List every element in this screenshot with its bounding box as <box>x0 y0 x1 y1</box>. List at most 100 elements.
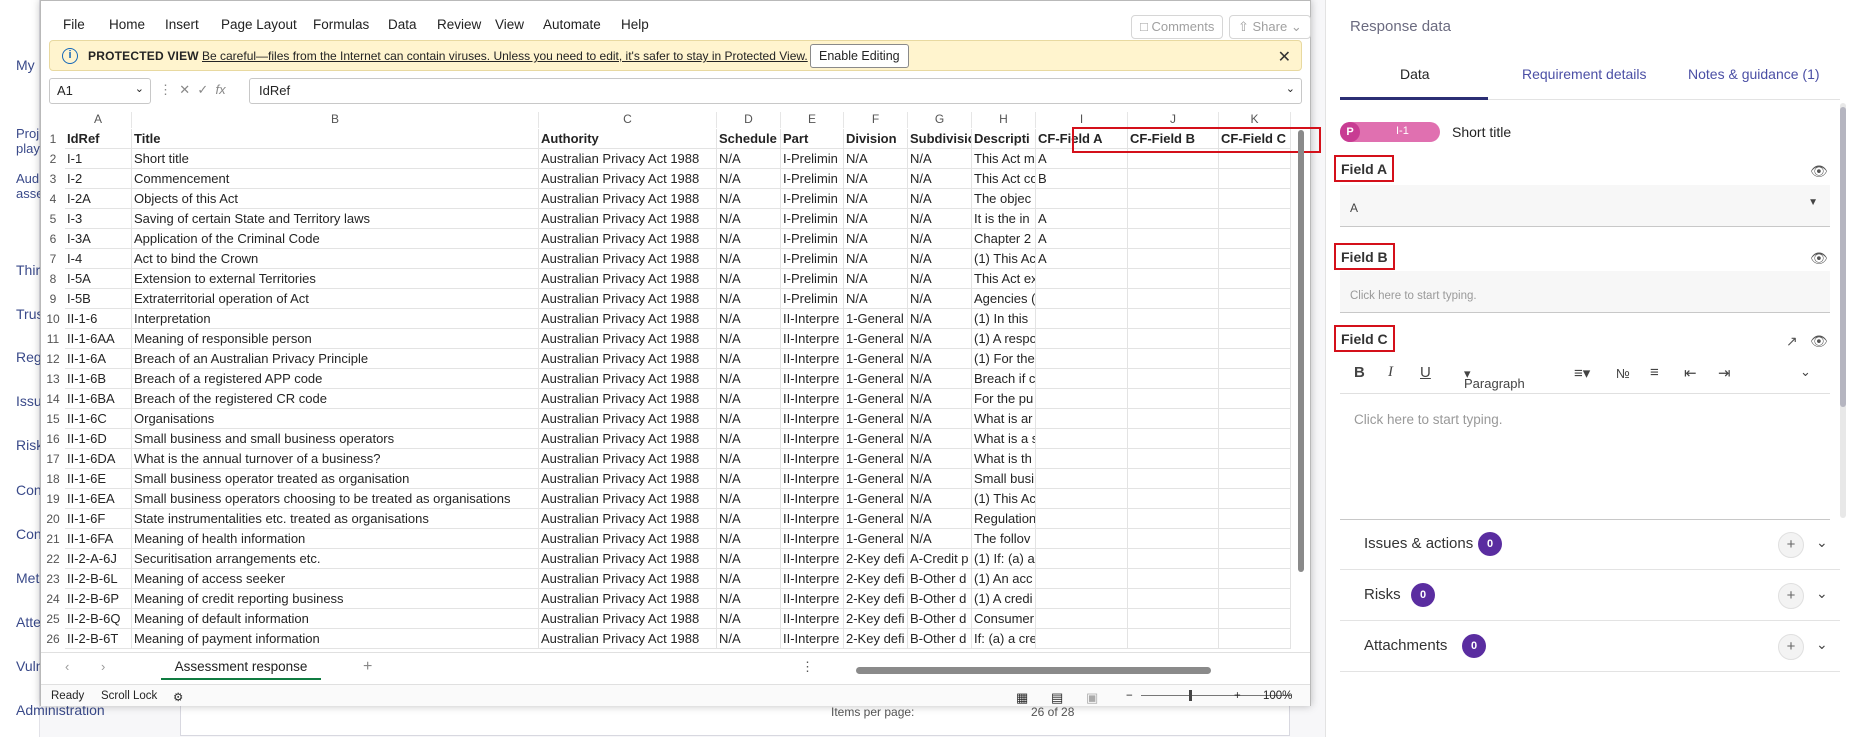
cell[interactable] <box>1219 609 1291 629</box>
cell[interactable]: Australian Privacy Act 1988 <box>539 429 717 449</box>
cell[interactable]: This Act ex <box>972 269 1036 289</box>
cell[interactable]: I-Prelimin <box>781 289 844 309</box>
cell[interactable]: Breach of an Australian Privacy Principl… <box>132 349 539 369</box>
cell[interactable]: Australian Privacy Act 1988 <box>539 209 717 229</box>
menu-home[interactable]: Home <box>109 17 145 32</box>
menu-data[interactable]: Data <box>388 17 417 32</box>
cell[interactable]: II-Interpre <box>781 609 844 629</box>
nav-item[interactable]: Reg <box>16 349 42 365</box>
page-break-icon[interactable]: ▣ <box>1086 690 1098 706</box>
cell[interactable]: Small busi <box>972 469 1036 489</box>
cell[interactable]: I-Prelimin <box>781 269 844 289</box>
cell[interactable]: N/A <box>908 489 972 509</box>
cell[interactable]: N/A <box>717 589 781 609</box>
cell[interactable]: (1) An acc <box>972 569 1036 589</box>
cell[interactable]: The follov <box>972 529 1036 549</box>
align-icon[interactable]: ≡▾ <box>1574 364 1590 382</box>
column-header[interactable]: G <box>908 112 972 128</box>
cell[interactable]: N/A <box>908 469 972 489</box>
cell[interactable] <box>1036 589 1128 609</box>
cell[interactable] <box>1128 469 1219 489</box>
cell[interactable]: I-Prelimin <box>781 249 844 269</box>
cell[interactable]: N/A <box>908 529 972 549</box>
cell[interactable]: N/A <box>908 329 972 349</box>
cell[interactable]: N/A <box>717 209 781 229</box>
cell[interactable]: Australian Privacy Act 1988 <box>539 249 717 269</box>
nav-item[interactable]: Con <box>16 526 42 542</box>
cell[interactable]: II-Interpre <box>781 429 844 449</box>
section-risks[interactable]: Risks 0 + ⌄ <box>1340 571 1840 621</box>
cell[interactable]: B-Other d <box>908 629 972 649</box>
cell[interactable] <box>1036 609 1128 629</box>
formula-bar[interactable]: IdRef ⌄ <box>249 78 1302 104</box>
cell[interactable]: For the pu <box>972 389 1036 409</box>
cell[interactable]: Extraterritorial operation of Act <box>132 289 539 309</box>
cell[interactable]: B-Other d <box>908 569 972 589</box>
cell[interactable]: N/A <box>908 509 972 529</box>
column-header[interactable]: A <box>65 112 132 128</box>
cell[interactable] <box>1219 289 1291 309</box>
cell[interactable] <box>1219 589 1291 609</box>
cell[interactable]: Australian Privacy Act 1988 <box>539 629 717 649</box>
cell[interactable]: II-1-6AA <box>65 329 132 349</box>
cell[interactable]: A-Credit p <box>908 549 972 569</box>
cell[interactable]: N/A <box>717 229 781 249</box>
cell[interactable]: 1-General <box>844 309 908 329</box>
cell[interactable] <box>1128 489 1219 509</box>
cell[interactable]: N/A <box>717 629 781 649</box>
cell[interactable]: Saving of certain State and Territory la… <box>132 209 539 229</box>
cell[interactable]: B-Other d <box>908 589 972 609</box>
cell[interactable]: N/A <box>717 349 781 369</box>
cell[interactable]: Commencement <box>132 169 539 189</box>
cell[interactable]: Chapter 2 <box>972 229 1036 249</box>
cell[interactable]: 2-Key defi <box>844 609 908 629</box>
cell[interactable]: II-Interpre <box>781 529 844 549</box>
column-header[interactable]: F <box>844 112 908 128</box>
cell[interactable]: N/A <box>717 249 781 269</box>
cell[interactable]: II-1-6D <box>65 429 132 449</box>
cell[interactable]: 2-Key defi <box>844 589 908 609</box>
row-number[interactable]: 6 <box>41 229 65 249</box>
cell[interactable]: II-Interpre <box>781 409 844 429</box>
cell[interactable]: II-1-6B <box>65 369 132 389</box>
cell[interactable]: N/A <box>717 149 781 169</box>
cell[interactable]: Australian Privacy Act 1988 <box>539 329 717 349</box>
bold-icon[interactable]: B <box>1354 364 1365 381</box>
cell[interactable] <box>1036 529 1128 549</box>
menu-formulas[interactable]: Formulas <box>313 17 369 32</box>
cell[interactable] <box>1219 369 1291 389</box>
cell[interactable] <box>1219 409 1291 429</box>
cell[interactable] <box>1219 209 1291 229</box>
cell[interactable] <box>1219 509 1291 529</box>
cell[interactable]: N/A <box>717 469 781 489</box>
cell[interactable]: Meaning of payment information <box>132 629 539 649</box>
cell[interactable]: 2-Key defi <box>844 569 908 589</box>
cell[interactable]: I-1 <box>65 149 132 169</box>
row-number[interactable]: 15 <box>41 409 65 429</box>
cell[interactable] <box>1219 489 1291 509</box>
cell[interactable]: 2-Key defi <box>844 549 908 569</box>
cell[interactable]: N/A <box>717 329 781 349</box>
cell[interactable]: N/A <box>717 289 781 309</box>
cell[interactable]: Australian Privacy Act 1988 <box>539 569 717 589</box>
cell[interactable]: N/A <box>717 509 781 529</box>
nav-item[interactable]: play <box>16 141 40 156</box>
add-icon[interactable]: + <box>1778 532 1804 558</box>
row-number[interactable]: 21 <box>41 529 65 549</box>
indent-icon[interactable]: ⇥ <box>1718 364 1731 382</box>
cell[interactable]: Australian Privacy Act 1988 <box>539 189 717 209</box>
cell[interactable] <box>1036 549 1128 569</box>
numbered-list-icon[interactable]: № <box>1616 366 1630 381</box>
menu-help[interactable]: Help <box>621 17 649 32</box>
cell[interactable]: N/A <box>717 389 781 409</box>
cell[interactable] <box>1128 609 1219 629</box>
row-number[interactable]: 4 <box>41 189 65 209</box>
nav-item[interactable]: Atte <box>16 614 41 630</box>
cell[interactable] <box>1219 629 1291 649</box>
field-b-input[interactable]: Click here to start typing. <box>1340 271 1830 313</box>
cell[interactable]: Australian Privacy Act 1988 <box>539 409 717 429</box>
cell[interactable]: Australian Privacy Act 1988 <box>539 589 717 609</box>
nav-item[interactable]: Thir <box>16 262 40 278</box>
cell[interactable] <box>1219 309 1291 329</box>
menu-review[interactable]: Review <box>437 17 481 32</box>
